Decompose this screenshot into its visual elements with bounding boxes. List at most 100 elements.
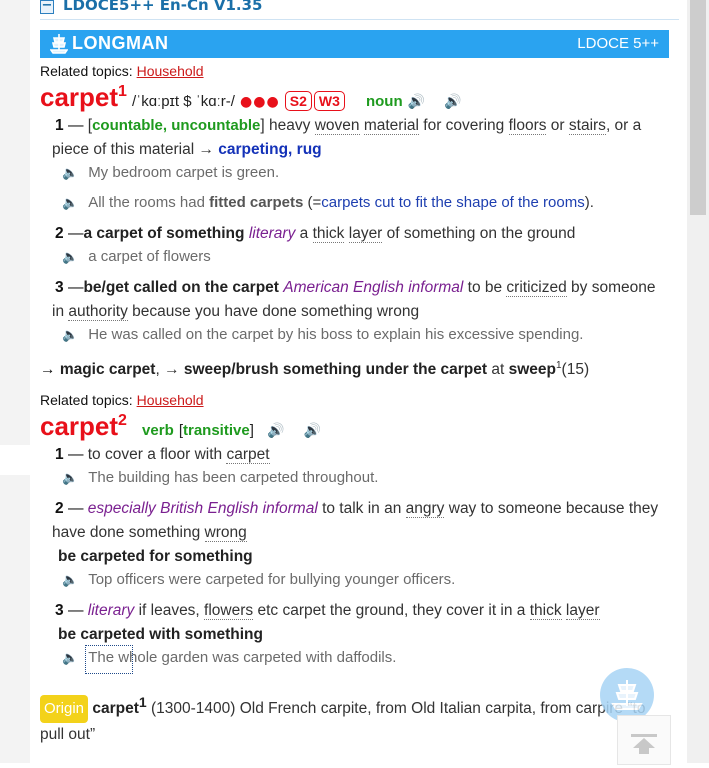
brand-name: LONGMAN bbox=[72, 33, 169, 53]
vertical-scrollbar[interactable] bbox=[687, 0, 709, 763]
sense-number: 2 bbox=[55, 225, 64, 242]
example-text: Top officers were carpeted for bullying … bbox=[88, 571, 456, 588]
register-label: literary bbox=[87, 602, 135, 619]
definition-text: of something on the ground bbox=[382, 225, 576, 242]
sense-dash: — bbox=[67, 446, 84, 463]
example-sentence: 🔈 He was called on the carpet by his boss… bbox=[62, 326, 583, 343]
definition-word[interactable]: woven bbox=[314, 117, 360, 135]
example-text: The building has been carpeted throughou… bbox=[88, 469, 379, 486]
related-topics: Related topics: Household bbox=[40, 392, 204, 408]
definition-word[interactable]: wrong bbox=[204, 524, 247, 542]
see-also-link[interactable]: sweep/brush something under the carpet bbox=[184, 361, 487, 378]
sense-number: 3 bbox=[55, 602, 64, 619]
definition-word[interactable]: layer bbox=[565, 602, 600, 620]
definition-word[interactable]: thick bbox=[312, 225, 345, 243]
cross-reference-link[interactable]: carpeting bbox=[218, 141, 288, 158]
example-sentence: 🔈 Top officers were carpeted for bullying… bbox=[62, 571, 455, 588]
floating-logo-button[interactable] bbox=[600, 668, 654, 722]
verb-sense-3: 3 — literary if leaves, flowers etc carp… bbox=[55, 599, 600, 623]
dictionary-header[interactable]: − LDOCE5++ En-Cn V1.35 bbox=[40, 0, 679, 20]
entry-header-noun: carpet1 /ˈkɑːpɪt $ ˈkɑːr-/ ●●● S2 W3 noun… bbox=[40, 82, 462, 113]
sense-number: 1 bbox=[55, 446, 64, 463]
related-topic-link[interactable]: Household bbox=[137, 392, 204, 408]
entry-header-verb: carpet2 verb [transitive] 🔊 🔊 bbox=[40, 411, 321, 441]
definition-word[interactable]: angry bbox=[405, 500, 445, 518]
origin-homograph: 1 bbox=[138, 694, 147, 710]
example-text: All the rooms had bbox=[88, 194, 210, 211]
british-audio-icon[interactable]: 🔊 bbox=[408, 94, 425, 110]
verb-sense-2: 2 — especially British English informal … bbox=[52, 497, 672, 545]
example-audio-icon[interactable]: 🔈 bbox=[62, 327, 78, 342]
example-text: (= bbox=[303, 194, 322, 211]
example-audio-icon[interactable]: 🔈 bbox=[62, 165, 78, 180]
sense-phrase: a carpet of something bbox=[83, 225, 245, 242]
part-of-speech: verb bbox=[142, 422, 174, 439]
definition-word[interactable]: criticized bbox=[506, 279, 567, 297]
see-also-link[interactable]: sweep bbox=[509, 361, 556, 378]
definition-word[interactable]: layer bbox=[348, 225, 383, 243]
header-divider bbox=[40, 19, 679, 20]
definition-word[interactable]: stairs bbox=[568, 117, 606, 135]
definition-text: to talk in an bbox=[317, 500, 406, 517]
collapse-toggle-icon[interactable]: − bbox=[40, 0, 54, 14]
definition-text: a bbox=[295, 225, 313, 242]
collocation: fitted carpets bbox=[209, 194, 304, 211]
british-audio-icon[interactable]: 🔊 bbox=[267, 423, 284, 439]
example-audio-icon[interactable]: 🔈 bbox=[62, 470, 78, 485]
cross-reference-link[interactable]: rug bbox=[297, 141, 322, 158]
see-also-line: → magic carpet, → sweep/brush something … bbox=[40, 354, 589, 382]
see-also-sense: (15) bbox=[561, 361, 590, 379]
written-frequency-badge: W3 bbox=[313, 91, 345, 111]
definition-text: heavy bbox=[269, 117, 315, 134]
frequency-dots: ●●● bbox=[240, 94, 280, 110]
focus-outline bbox=[85, 645, 133, 674]
arrow-up-icon bbox=[631, 734, 657, 754]
example-audio-icon[interactable]: 🔈 bbox=[62, 650, 78, 665]
definition-text: if leaves, bbox=[134, 602, 205, 619]
related-topics-label: Related topics: bbox=[40, 392, 133, 408]
see-also-link[interactable]: magic carpet bbox=[60, 361, 156, 378]
related-topics: Related topics: Household bbox=[40, 63, 204, 79]
example-sentence: 🔈 a carpet of flowers bbox=[62, 248, 211, 265]
dictionary-title: LDOCE5++ En-Cn V1.35 bbox=[63, 0, 263, 14]
verb-phrase: be carpeted for something bbox=[58, 548, 253, 565]
definition-text: etc carpet the ground, they cover it in … bbox=[253, 602, 530, 619]
example-sentence: 🔈 My bedroom carpet is green. bbox=[62, 164, 279, 181]
definition-word[interactable]: material bbox=[363, 117, 419, 135]
definition-text: because you have done something wrong bbox=[127, 303, 420, 320]
sense-dash: — bbox=[67, 225, 84, 242]
spoken-frequency-badge: S2 bbox=[284, 91, 312, 111]
see-also-text: at bbox=[487, 361, 509, 379]
dictionary-version: LDOCE 5++ bbox=[577, 35, 659, 52]
american-audio-icon[interactable]: 🔊 bbox=[304, 423, 321, 439]
sense-dash: — bbox=[67, 117, 84, 134]
back-to-top-button[interactable] bbox=[617, 715, 671, 765]
example-audio-icon[interactable]: 🔈 bbox=[62, 195, 78, 210]
pronunciation: /ˈkɑːpɪt $ ˈkɑːr-/ bbox=[132, 93, 235, 110]
american-audio-icon[interactable]: 🔊 bbox=[444, 94, 461, 110]
example-text: My bedroom carpet is green. bbox=[88, 164, 280, 181]
sense-number: 3 bbox=[55, 279, 64, 296]
example-text: ). bbox=[584, 194, 594, 211]
definition-word[interactable]: flowers bbox=[204, 602, 254, 620]
example-audio-icon[interactable]: 🔈 bbox=[62, 249, 78, 264]
example-sentence: 🔈 All the rooms had fitted carpets (=carp… bbox=[62, 194, 594, 211]
definition-word[interactable]: floors bbox=[508, 117, 547, 135]
origin-section: Origin carpet1 (1300-1400) Old French ca… bbox=[40, 690, 665, 747]
example-sentence: 🔈 The building has been carpeted througho… bbox=[62, 469, 378, 486]
sense-1: 1 — [countable, uncountable] heavy woven… bbox=[52, 117, 642, 158]
gutter-notch bbox=[0, 445, 30, 475]
grammar-label: transitive bbox=[183, 422, 250, 439]
example-audio-icon[interactable]: 🔈 bbox=[62, 572, 78, 587]
arrow-icon: → bbox=[40, 361, 60, 379]
definition-text: for covering bbox=[418, 117, 509, 134]
related-topic-link[interactable]: Household bbox=[137, 63, 204, 79]
register-label: literary bbox=[248, 225, 296, 242]
definition-word[interactable]: carpet bbox=[226, 446, 270, 464]
definition-word[interactable]: authority bbox=[68, 303, 128, 321]
definition-word[interactable]: thick bbox=[529, 602, 562, 620]
dictionary-panel: − LDOCE5++ En-Cn V1.35 LONGMAN LDOCE 5++ … bbox=[30, 0, 687, 763]
scrollbar-thumb[interactable] bbox=[690, 0, 706, 215]
see-also-separator: , → bbox=[155, 361, 184, 379]
sense-number: 2 bbox=[55, 500, 64, 517]
